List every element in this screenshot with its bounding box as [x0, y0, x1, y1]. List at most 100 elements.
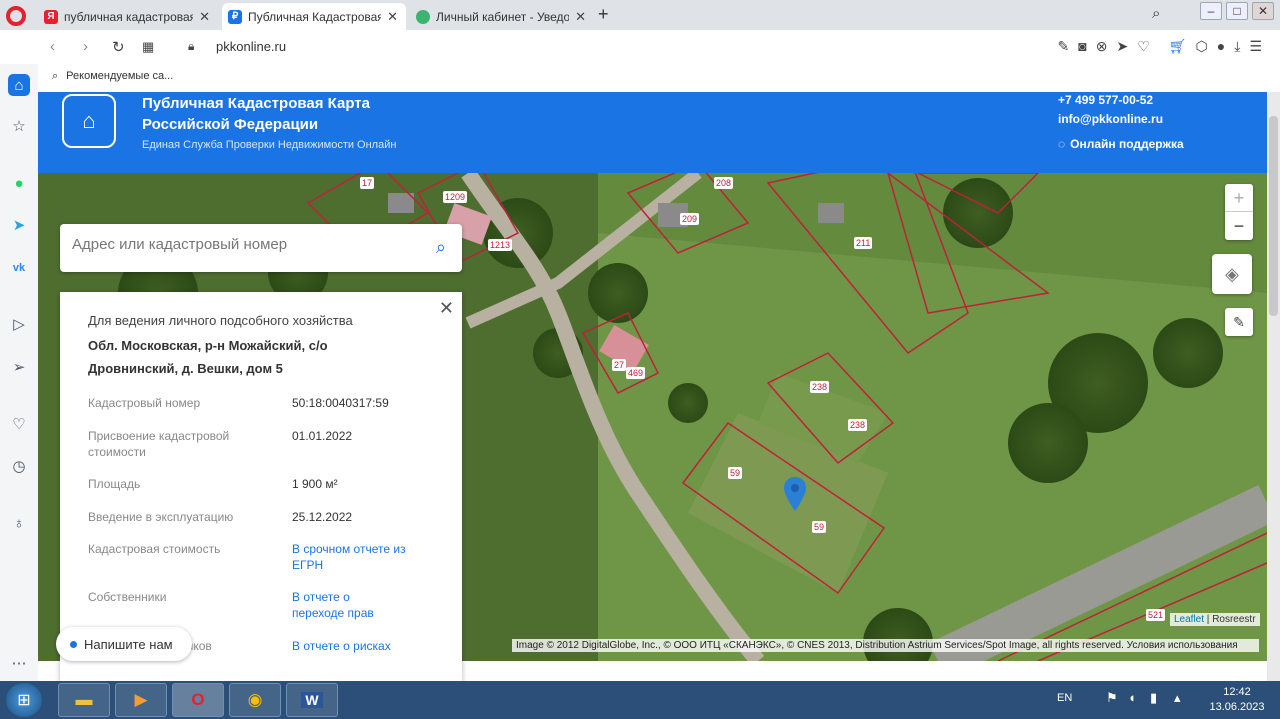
cadastral-value-link[interactable]: В срочном отчете из ЕГРН [292, 541, 412, 573]
online-support-link[interactable]: ◌ Онлайн поддержка [1058, 137, 1184, 151]
lightbulb-icon[interactable]: ♁ [8, 512, 30, 534]
block-icon[interactable]: ⊗ [1096, 38, 1108, 55]
bookmark-recommended[interactable]: ⌕ Рекомендуемые са... [52, 70, 173, 83]
chat-button[interactable]: Напишите нам [56, 627, 192, 661]
chrome-icon[interactable]: ◉ [229, 683, 281, 717]
camera-icon[interactable]: ◙ [1078, 38, 1086, 55]
opera-logo-icon[interactable] [6, 6, 26, 26]
leaflet-link[interactable]: Leaflet [1174, 614, 1204, 625]
start-button-icon[interactable]: ⊞ [6, 683, 42, 717]
vk-icon[interactable]: vk [8, 257, 30, 279]
parcel-number-label: 208 [714, 177, 734, 189]
player-icon[interactable]: ▷ [8, 313, 30, 335]
tab-yandex[interactable]: Я публичная кадастровая к ✕ [38, 3, 218, 30]
map-marker-icon[interactable] [784, 477, 806, 511]
cadastral-number: 50:18:0040317:59 [292, 396, 389, 410]
back-icon[interactable]: ‹ [50, 38, 55, 55]
explorer-icon[interactable]: ▬ [58, 683, 110, 717]
browser-sidebar: ⌂ ☆ ● ➤ vk ▷ ➢ ♡ ◷ ♁ ⋯ [0, 64, 38, 681]
bookmarks-bar: ⌕ Рекомендуемые са... [0, 64, 1280, 92]
edit-icon[interactable]: ✎ [1058, 38, 1070, 55]
row-label: Кадастровая стоимость [88, 542, 221, 556]
network-icon[interactable]: ▴ [1174, 690, 1181, 706]
chat-bubble-icon: ◌ [1058, 137, 1066, 151]
close-window-icon[interactable]: ✕ [1252, 2, 1274, 20]
heart-icon[interactable]: ♡ [8, 413, 30, 435]
ruler-icon[interactable]: ✎ [1225, 308, 1253, 336]
parcel-info-panel: ✕ Для ведения личного подсобного хозяйст… [60, 292, 462, 682]
word-icon[interactable]: W [286, 683, 338, 717]
tab-search-icon[interactable]: ⌕ [1152, 5, 1160, 22]
url-field[interactable]: pkkonline.ru [216, 39, 286, 54]
parcel-number-label: 238 [848, 419, 868, 431]
window-controls: – □ ✕ [1200, 2, 1274, 20]
opera-taskbar-icon[interactable]: O [172, 683, 224, 717]
email-link[interactable]: info@pkkonline.ru [1058, 112, 1163, 126]
search-input[interactable] [72, 236, 412, 253]
row-label: Введение в эксплуатацию [88, 510, 234, 524]
menu-icon[interactable]: ☰ [1249, 38, 1262, 55]
parcel-address: Обл. Московская, р-н Можайский, с/о Дров… [88, 338, 328, 376]
row-label: Собственники [88, 590, 167, 604]
phone-link[interactable]: +7 499 577-00-52 [1058, 93, 1153, 107]
profile-icon[interactable]: ● [1217, 38, 1225, 55]
home-icon[interactable]: ⌂ [8, 74, 30, 96]
close-icon[interactable]: ✕ [439, 298, 454, 319]
history-icon[interactable]: ◷ [8, 455, 30, 477]
parcel-number-label: 1213 [488, 239, 513, 251]
search-box: ⌕ [60, 224, 462, 272]
volume-icon[interactable]: ◖ [1128, 690, 1136, 705]
map-attribution-long: Image © 2012 DigitalGlobe, Inc., © ООО И… [512, 639, 1259, 652]
cart-icon[interactable]: 🛒︎ [1169, 38, 1187, 55]
close-tab-icon[interactable]: ✕ [575, 9, 586, 25]
map-attribution-short: Leaflet | Rosreestr [1170, 613, 1260, 626]
scrollbar-thumb[interactable] [1269, 116, 1278, 316]
zoom-out-icon[interactable]: − [1225, 212, 1253, 240]
flag-icon[interactable]: ⚑ [1106, 690, 1118, 706]
tabs-grid-icon[interactable]: ▦ [142, 39, 154, 55]
windows-taskbar: ⊞ ▬ ▶ O ◉ W EN ⚑ ◖ ▮ ▴ 12:42 13.06.2023 [0, 681, 1280, 719]
language-indicator[interactable]: EN [1057, 692, 1072, 704]
lock-icon[interactable]: 🔒︎ [188, 39, 194, 54]
heart-icon[interactable]: ♡ [1137, 38, 1150, 55]
yandex-favicon-icon: Я [44, 9, 58, 24]
star-icon[interactable]: ☆ [8, 115, 30, 137]
whatsapp-icon[interactable]: ● [8, 172, 30, 194]
site-title[interactable]: Публичная Кадастровая Карта Российской Ф… [142, 93, 402, 135]
new-tab-icon[interactable]: + [598, 4, 609, 25]
tab-pkk[interactable]: ₽ Публичная Кадастровая к ✕ [222, 3, 406, 30]
browser-tab-bar: Я публичная кадастровая к ✕ ₽ Публичная … [0, 0, 1280, 30]
site-header: ⌂ Публичная Кадастровая Карта Российской… [38, 92, 1267, 173]
parcel-type: Для ведения личного подсобного хозяйства [88, 313, 353, 328]
toolbar-icons: ✎ ◙ ⊗ ➤ ♡ 🛒︎ ⬡ ● ⤓ ☰ [1058, 38, 1262, 55]
owners-link[interactable]: В отчете о переходе прав [292, 589, 402, 621]
commissioning-date: 25.12.2022 [292, 510, 353, 524]
risks-link[interactable]: В отчете о рисках [292, 638, 442, 654]
site-subtitle: Единая Служба Проверки Недвижимости Онла… [142, 139, 397, 151]
send-icon[interactable]: ➤ [1116, 38, 1128, 55]
parcel-number-label: 59 [728, 467, 743, 479]
telegram-icon[interactable]: ➤ [8, 214, 30, 236]
reload-icon[interactable]: ↻ [112, 38, 125, 56]
forward-icon[interactable]: › [83, 38, 88, 55]
tab-lk[interactable]: Личный кабинет - Уведо ✕ [410, 3, 594, 30]
maximize-icon[interactable]: □ [1226, 2, 1248, 20]
parcel-number-label: 211 [854, 237, 873, 249]
parcel-number-label: 238 [810, 381, 830, 393]
more-icon[interactable]: ⋯ [8, 652, 30, 674]
close-tab-icon[interactable]: ✕ [387, 9, 398, 25]
system-clock[interactable]: 12:42 13.06.2023 [1204, 685, 1270, 715]
cube-icon[interactable]: ⬡ [1196, 38, 1208, 55]
download-icon[interactable]: ⤓ [1234, 38, 1240, 55]
send-icon[interactable]: ➢ [8, 356, 30, 378]
zoom-in-icon[interactable]: + [1225, 184, 1253, 212]
minimize-icon[interactable]: – [1200, 2, 1222, 20]
page-scrollbar[interactable] [1267, 92, 1280, 681]
close-tab-icon[interactable]: ✕ [199, 9, 210, 25]
battery-icon[interactable]: ▮ [1150, 690, 1157, 706]
layers-icon[interactable]: ◈ [1212, 254, 1252, 294]
site-logo-icon[interactable]: ⌂ [62, 94, 116, 148]
media-player-icon[interactable]: ▶ [115, 683, 167, 717]
row-label: Кадастровый номер [88, 396, 201, 410]
search-icon[interactable]: ⌕ [436, 237, 446, 258]
